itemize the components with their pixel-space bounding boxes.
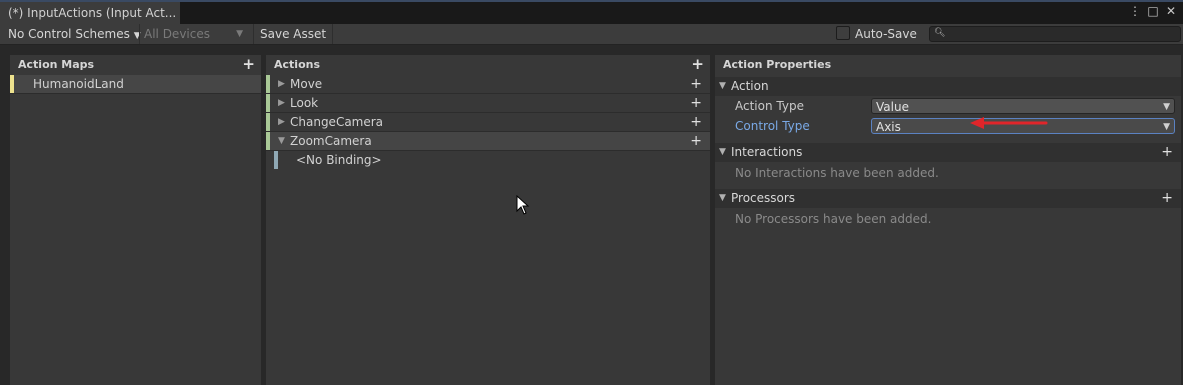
control-schemes-dropdown[interactable]: No Control Schemes ▼ [8, 24, 141, 44]
action-maps-header: Action Maps + [10, 55, 261, 75]
action-map-color-bar [10, 75, 14, 93]
action-properties-panel: Action Properties ▼ Action Action Type V… [715, 55, 1181, 385]
action-type-value: Value [876, 100, 909, 114]
action-type-property: Action Type Value ▼ [715, 96, 1181, 116]
actions-header: Actions + [266, 55, 710, 75]
interactions-empty-message: No Interactions have been added. [735, 166, 939, 180]
action-section-header[interactable]: ▼ Action [715, 77, 1181, 96]
collapse-arrow-icon[interactable]: ▼ [278, 132, 285, 150]
window-tab[interactable]: (*) InputActions (Input Act... [0, 2, 180, 24]
expand-arrow-icon[interactable]: ▶ [278, 94, 285, 112]
mouse-cursor-icon [516, 195, 530, 215]
search-input[interactable]: 🔍︎ [929, 26, 1181, 42]
action-color-bar [266, 94, 270, 112]
binding-label: <No Binding> [296, 153, 382, 167]
processors-section-title: Processors [731, 191, 796, 205]
expand-arrow-icon[interactable]: ▶ [278, 113, 285, 131]
devices-label: All Devices [144, 27, 210, 41]
binding-color-bar [274, 151, 278, 169]
action-label: Move [290, 77, 323, 91]
add-interaction-button[interactable]: + [1161, 143, 1173, 162]
control-schemes-label: No Control Schemes [8, 27, 130, 41]
action-item-zoom-camera[interactable]: ▼ ZoomCamera + [266, 132, 710, 151]
action-properties-title: Action Properties [723, 58, 832, 71]
action-maps-panel: Action Maps + HumanoidLand [10, 55, 261, 385]
tab-controls: ⋮ □ ✕ [1129, 4, 1177, 18]
control-type-property: Control Type Axis ▼ [715, 116, 1181, 136]
add-binding-button[interactable]: + [690, 113, 702, 131]
close-icon[interactable]: ✕ [1165, 4, 1177, 18]
save-asset-button[interactable]: Save Asset [253, 24, 334, 44]
action-label: ChangeCamera [290, 115, 384, 129]
action-section-title: Action [731, 79, 769, 93]
actions-title: Actions [274, 58, 320, 71]
toolbar: No Control Schemes ▼ All Devices ▼ Save … [0, 24, 1183, 45]
action-color-bar [266, 75, 270, 93]
chevron-down-icon: ▼ [1163, 122, 1170, 132]
actions-panel: Actions + ▶ Move + ▶ Look + ▶ ChangeCame… [266, 55, 710, 385]
processors-empty-message: No Processors have been added. [735, 212, 932, 226]
action-label: ZoomCamera [290, 134, 372, 148]
action-type-label: Action Type [735, 99, 804, 113]
control-type-value: Axis [876, 120, 901, 134]
action-item-change-camera[interactable]: ▶ ChangeCamera + [266, 113, 710, 132]
action-map-item[interactable]: HumanoidLand [10, 75, 261, 94]
action-map-label: HumanoidLand [33, 77, 124, 91]
action-item-move[interactable]: ▶ Move + [266, 75, 710, 94]
collapse-arrow-icon: ▼ [719, 147, 726, 157]
action-item-look[interactable]: ▶ Look + [266, 94, 710, 113]
search-icon: 🔍︎ [934, 28, 946, 38]
add-binding-button[interactable]: + [690, 132, 702, 150]
control-type-label: Control Type [735, 119, 810, 133]
maximize-icon[interactable]: □ [1147, 4, 1159, 18]
processors-section-header[interactable]: ▼ Processors + [715, 189, 1181, 208]
collapse-arrow-icon: ▼ [719, 81, 726, 91]
action-label: Look [290, 96, 319, 110]
interactions-section-title: Interactions [731, 145, 803, 159]
auto-save-label: Auto-Save [855, 27, 917, 41]
add-action-button[interactable]: + [691, 55, 704, 73]
action-maps-title: Action Maps [18, 58, 95, 71]
add-binding-button[interactable]: + [690, 94, 702, 112]
devices-dropdown[interactable]: All Devices ▼ [139, 24, 247, 44]
add-processor-button[interactable]: + [1161, 189, 1173, 208]
expand-arrow-icon[interactable]: ▶ [278, 75, 285, 93]
annotation-arrow-icon [970, 117, 1048, 129]
action-type-dropdown[interactable]: Value ▼ [871, 98, 1175, 114]
chevron-down-icon: ▼ [236, 29, 243, 39]
collapse-arrow-icon: ▼ [719, 193, 726, 203]
auto-save-checkbox[interactable] [836, 26, 850, 40]
binding-item[interactable]: <No Binding> [266, 151, 710, 169]
action-color-bar [266, 113, 270, 131]
tab-strip: (*) InputActions (Input Act... ⋮ □ ✕ [0, 0, 1183, 24]
action-properties-header: Action Properties [715, 55, 1181, 75]
auto-save-toggle[interactable]: Auto-Save [836, 24, 917, 44]
chevron-down-icon: ▼ [1163, 102, 1170, 112]
more-options-icon[interactable]: ⋮ [1129, 4, 1141, 18]
interactions-section-header[interactable]: ▼ Interactions + [715, 143, 1181, 162]
add-action-map-button[interactable]: + [242, 55, 255, 73]
action-color-bar [266, 132, 270, 150]
add-binding-button[interactable]: + [690, 75, 702, 93]
